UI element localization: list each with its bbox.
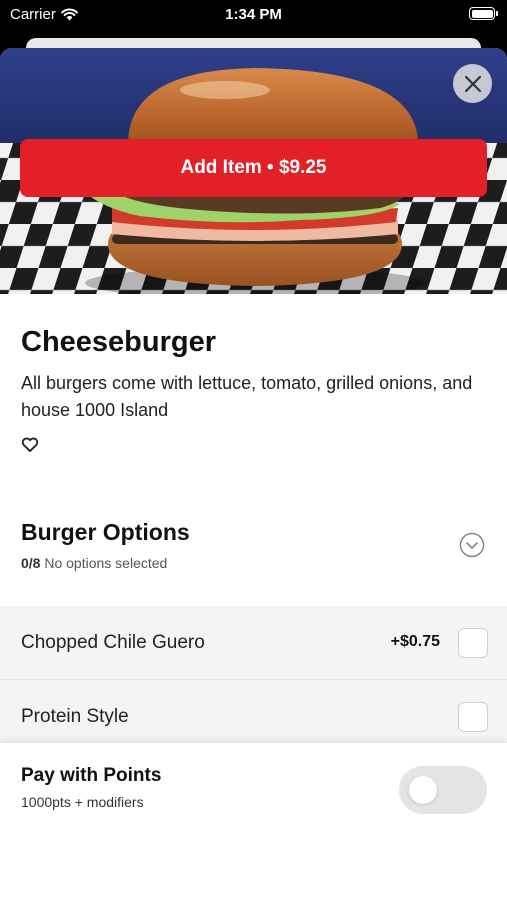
- toggle-knob: [409, 776, 437, 804]
- options-list: Chopped Chile Guero +$0.75 Protein Style: [0, 606, 507, 754]
- options-selection-summary: 0/8 No options selected: [21, 555, 167, 571]
- options-count: 0/8: [21, 555, 41, 571]
- option-checkbox[interactable]: [458, 628, 488, 658]
- status-bar: Carrier 1:34 PM: [0, 0, 507, 30]
- close-button[interactable]: [453, 64, 492, 103]
- option-price: +$0.75: [390, 633, 440, 650]
- checkout-panel: Pay with Points 1000pts + modifiers: [0, 743, 507, 900]
- pay-with-points-subtitle: 1000pts + modifiers: [21, 794, 144, 810]
- item-description: All burgers come with lettuce, tomato, g…: [21, 373, 473, 420]
- pay-with-points-title: Pay with Points: [21, 765, 162, 786]
- options-section-title: Burger Options: [21, 519, 190, 545]
- option-checkbox[interactable]: [458, 702, 488, 732]
- expand-options-button[interactable]: [459, 532, 485, 558]
- options-summary-text: No options selected: [44, 555, 168, 571]
- item-title: Cheeseburger: [21, 326, 217, 358]
- option-label: Protein Style: [21, 706, 129, 727]
- add-item-button[interactable]: Add Item • $9.25: [20, 139, 487, 197]
- pay-with-points-toggle[interactable]: [399, 766, 487, 814]
- option-label: Chopped Chile Guero: [21, 632, 205, 653]
- favorite-button[interactable]: [20, 434, 42, 456]
- heart-icon: [21, 437, 39, 452]
- chevron-down-icon: [459, 532, 485, 558]
- status-time: 1:34 PM: [225, 6, 282, 23]
- option-row-chopped-chile-guero[interactable]: Chopped Chile Guero +$0.75: [0, 606, 507, 680]
- close-icon: [464, 75, 481, 92]
- battery-icon: [469, 7, 498, 20]
